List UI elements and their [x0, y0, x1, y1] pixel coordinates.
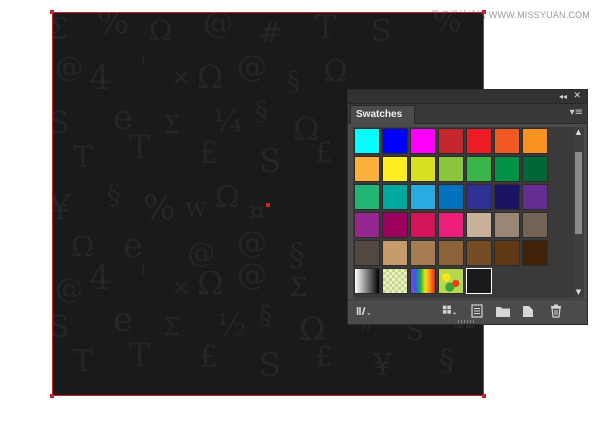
color-swatch[interactable] [354, 128, 380, 154]
color-swatch[interactable] [522, 240, 548, 266]
color-swatch[interactable] [382, 212, 408, 238]
swatch-gradient-rainbow[interactable] [410, 268, 436, 294]
center-point-marker [266, 203, 270, 207]
color-swatch[interactable] [466, 156, 492, 182]
color-swatch[interactable] [438, 184, 464, 210]
swatch-gradient-gray[interactable] [354, 268, 380, 294]
color-swatch[interactable] [438, 240, 464, 266]
scroll-down-arrow-icon[interactable]: ▼ [573, 287, 584, 298]
color-swatch[interactable] [382, 156, 408, 182]
color-swatch[interactable] [466, 128, 492, 154]
color-swatch[interactable] [354, 212, 380, 238]
swatch-grid-area [353, 127, 575, 298]
color-swatch[interactable] [410, 184, 436, 210]
scroll-up-arrow-icon[interactable]: ▲ [573, 127, 584, 138]
panel-tab-bar: Swatches ▾≡ [348, 104, 587, 124]
swatch-pattern-checker[interactable] [382, 268, 408, 294]
color-swatch[interactable] [494, 128, 520, 154]
color-swatch[interactable] [438, 156, 464, 182]
color-swatch[interactable] [438, 212, 464, 238]
color-swatch[interactable] [494, 184, 520, 210]
swatch-pattern-leaves[interactable] [438, 268, 464, 294]
color-swatch[interactable] [522, 156, 548, 182]
color-swatch[interactable] [494, 240, 520, 266]
new-swatch-icon[interactable] [520, 304, 536, 318]
color-swatch[interactable] [382, 128, 408, 154]
color-swatch[interactable] [466, 240, 492, 266]
resize-handle-bottom-left[interactable] [50, 394, 54, 398]
color-swatch[interactable] [354, 156, 380, 182]
panel-bottom-toolbar [348, 299, 587, 324]
color-swatch[interactable] [354, 184, 380, 210]
tab-swatches[interactable]: Swatches [350, 105, 416, 124]
color-swatch[interactable] [522, 184, 548, 210]
new-color-group-icon[interactable] [495, 304, 511, 318]
panel-menu-icon[interactable]: ▾≡ [570, 107, 583, 119]
swatch-libraries-menu-icon[interactable] [356, 304, 372, 318]
color-swatch[interactable] [522, 128, 548, 154]
scrollbar-thumb[interactable] [575, 152, 582, 234]
color-swatch[interactable] [522, 212, 548, 238]
panel-resize-grip[interactable] [458, 320, 476, 323]
color-swatch[interactable] [410, 156, 436, 182]
swatches-panel: ◂◂ ✕ Swatches ▾≡ ▲ ▼ [347, 89, 588, 325]
collapse-panel-icon[interactable]: ◂◂ [559, 90, 567, 103]
resize-handle-top-left[interactable] [50, 10, 54, 14]
color-swatch[interactable] [438, 128, 464, 154]
show-swatch-kinds-icon[interactable] [442, 304, 458, 318]
swatch-dark-texture[interactable] [466, 268, 492, 294]
color-swatch[interactable] [410, 128, 436, 154]
color-swatch[interactable] [354, 240, 380, 266]
color-swatch[interactable] [382, 184, 408, 210]
color-swatch[interactable] [466, 212, 492, 238]
color-swatch[interactable] [382, 240, 408, 266]
resize-handle-bottom-right[interactable] [482, 394, 486, 398]
color-swatch[interactable] [466, 184, 492, 210]
color-swatch[interactable] [494, 156, 520, 182]
color-swatch[interactable] [410, 240, 436, 266]
panel-title-bar[interactable]: ◂◂ ✕ [348, 90, 587, 104]
color-swatch[interactable] [494, 212, 520, 238]
delete-swatch-trash-icon[interactable] [548, 304, 564, 318]
color-swatch[interactable] [410, 212, 436, 238]
resize-handle-top-right[interactable] [482, 10, 486, 14]
swatch-options-icon[interactable] [469, 304, 485, 318]
close-panel-icon[interactable]: ✕ [573, 90, 581, 103]
swatch-scrollbar[interactable]: ▲ ▼ [573, 127, 584, 298]
